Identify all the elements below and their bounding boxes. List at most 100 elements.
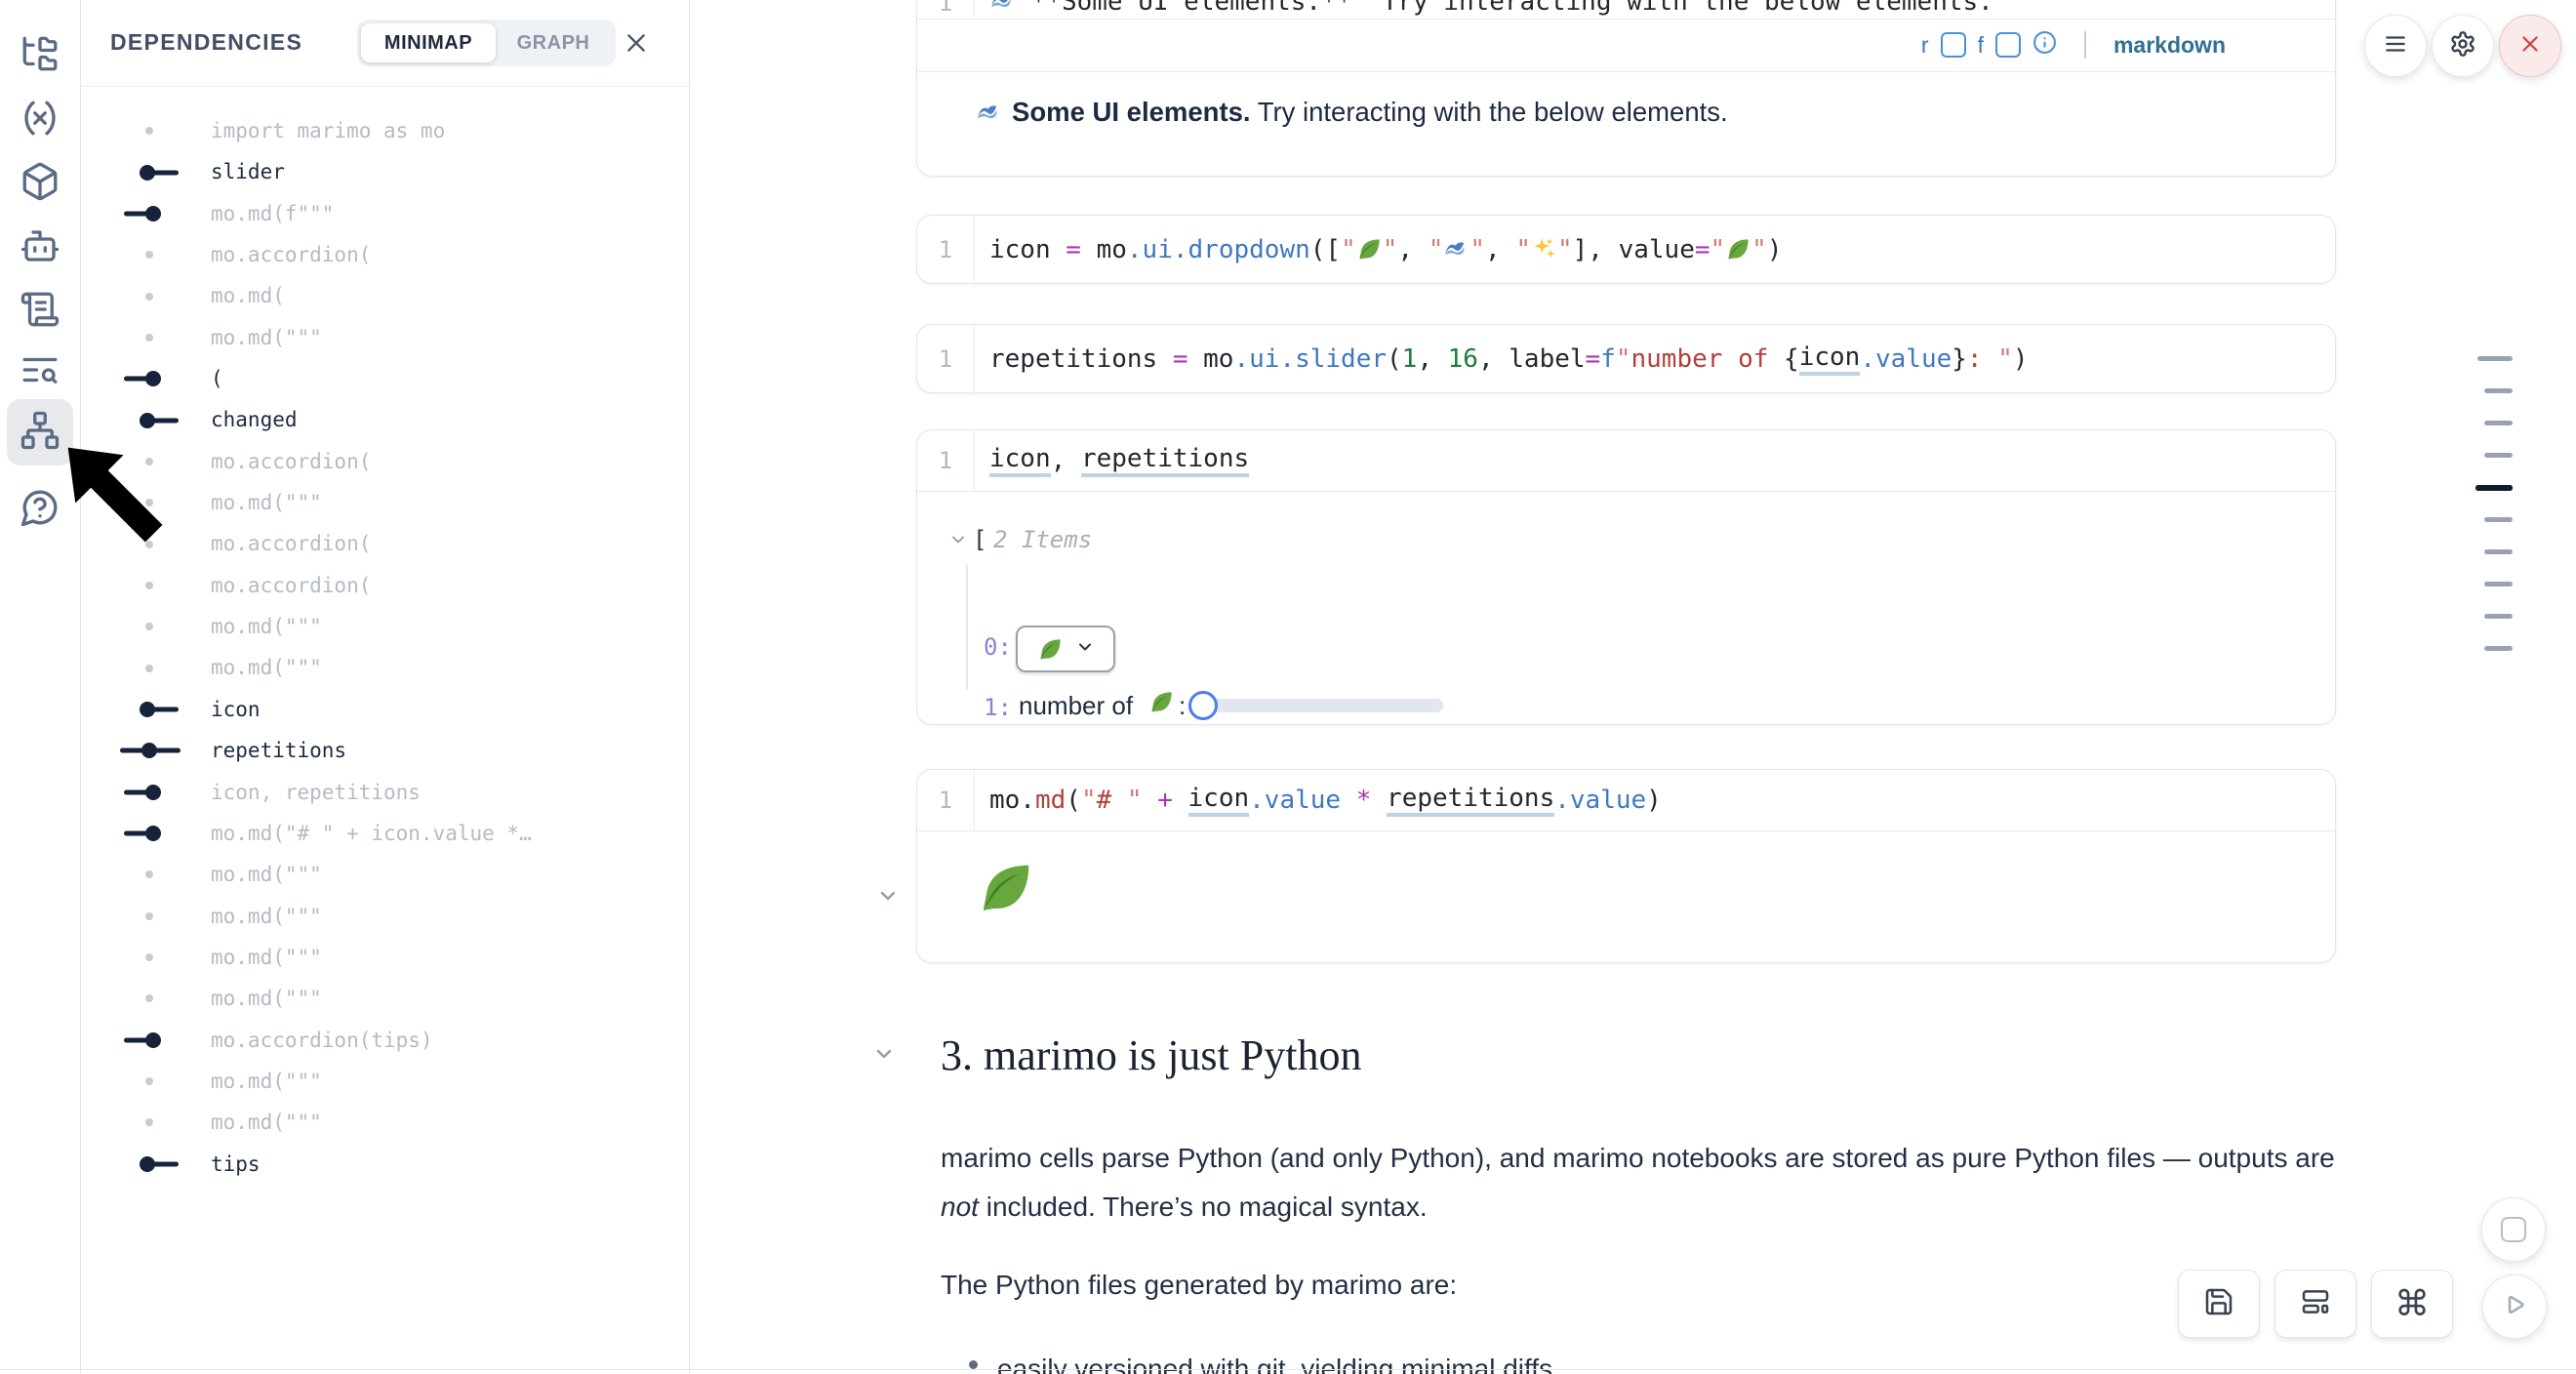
r-checkbox[interactable] [1941, 32, 1966, 58]
notebook-menu-button[interactable] [2364, 15, 2427, 77]
x-icon [624, 43, 649, 60]
cell-navigator-mark[interactable] [2484, 646, 2513, 651]
marimo-app: DEPENDENCIES MINIMAP GRAPH import marimo… [0, 0, 2576, 1374]
cell-dot-icon [120, 565, 182, 606]
leaf-emoji [1148, 689, 1175, 715]
sidebar-item-ai-assistant[interactable] [7, 215, 73, 281]
cell4-editor[interactable]: 1 icon, repetitions [917, 430, 2335, 491]
minimap-row[interactable]: mo.md("# " + icon.value *… [81, 813, 689, 854]
folder-tree-icon [20, 33, 60, 79]
sidebar-item-variables[interactable] [7, 87, 73, 153]
minimap-row[interactable]: mo.md(""" [81, 1102, 689, 1143]
cell-repetitions-slider[interactable]: 1 repetitions = mo.ui.slider(1, 16, labe… [916, 324, 2336, 393]
save-button[interactable] [2178, 1270, 2260, 1338]
cell-navigator-mark[interactable] [2484, 453, 2513, 458]
play-icon [2500, 1290, 2529, 1324]
stop-square-icon [2501, 1217, 2526, 1242]
minimap-row-label: mo.md(""" [211, 317, 322, 358]
sidebar-item-snippets[interactable] [7, 278, 73, 344]
markdown-language-button[interactable]: markdown [2113, 32, 2226, 59]
section-collapse-chevron-icon[interactable] [872, 1042, 896, 1071]
minimap-row[interactable]: mo.md(""" [81, 896, 689, 937]
minimap-row-label: mo.md(""" [211, 854, 322, 895]
minimap-row-label: mo.md(""" [211, 937, 322, 978]
tab-graph[interactable]: GRAPH [496, 23, 611, 62]
minimap-row-label: mo.md( [211, 275, 285, 316]
minimap-row[interactable]: mo.md(f""" [81, 193, 689, 234]
left-icon-rail [0, 0, 80, 1374]
layout-button[interactable] [2274, 1270, 2356, 1338]
minimap-row[interactable]: icon, repetitions [81, 772, 689, 813]
cell1-editor[interactable]: 1 **Some UI elements.** Try interacting … [917, 0, 2335, 17]
cell1-code: **Some UI elements.** Try interacting wi… [989, 0, 1993, 17]
panel-close-button[interactable] [624, 30, 649, 56]
sidebar-item-packages[interactable] [7, 150, 73, 217]
minimap-row[interactable]: mo.md( [81, 275, 689, 316]
cell-collapse-chevron-icon[interactable] [876, 884, 900, 912]
f-checkbox[interactable] [1995, 32, 2021, 58]
cell5-editor[interactable]: 1 mo.md("# " + icon.value * repetitions.… [917, 770, 2335, 830]
minimap-row[interactable]: mo.md(""" [81, 647, 689, 688]
minimap-row[interactable]: import marimo as mo [81, 110, 689, 151]
minimap-row[interactable]: changed [81, 399, 689, 440]
cell-markdown-intro[interactable]: 1 **Some UI elements.** Try interacting … [916, 0, 2336, 177]
minimap-row[interactable]: mo.accordion( [81, 234, 689, 275]
leaf-emoji-output [976, 858, 1036, 918]
cell-navigator-mark[interactable] [2484, 614, 2513, 619]
bracket-open: [ [973, 526, 986, 553]
dependency-marker-icon [120, 1144, 182, 1185]
minimap-row[interactable]: mo.md(""" [81, 317, 689, 358]
cell-icon-repetitions[interactable]: 1 icon, repetitions [ 2 Items 0: 1: numb… [916, 429, 2336, 725]
minimap-row[interactable]: mo.md(""" [81, 937, 689, 978]
minimap-row[interactable]: mo.md(""" [81, 978, 689, 1019]
cell-icon-dropdown[interactable]: 1 icon = mo.ui.dropdown(["", "", ""], va… [916, 215, 2336, 284]
minimap-row[interactable]: mo.md(""" [81, 854, 689, 895]
minimap-row[interactable]: mo.accordion( [81, 565, 689, 606]
commands-button[interactable]: ⌘ [2371, 1270, 2453, 1338]
minimap-row[interactable]: ( [81, 358, 689, 399]
minimap-row[interactable]: mo.md(""" [81, 606, 689, 647]
cell-navigator-mark[interactable] [2484, 582, 2513, 586]
minimap-row[interactable]: mo.md(""" [81, 1061, 689, 1102]
cell-navigator-mark[interactable] [2477, 356, 2513, 361]
repetitions-slider-track[interactable] [1193, 699, 1443, 712]
cell-md-output[interactable]: 1 mo.md("# " + icon.value * repetitions.… [916, 769, 2336, 963]
dependency-marker-icon [120, 1020, 182, 1061]
slider-label: number of [1019, 691, 1133, 721]
minimap-row[interactable]: mo.accordion(tips) [81, 1020, 689, 1061]
cell-dot-icon [120, 896, 182, 937]
minimap-row-label: slider [211, 151, 285, 192]
wave-emoji [1443, 235, 1469, 264]
run-button[interactable] [2482, 1274, 2547, 1339]
line-number: 1 [917, 325, 975, 392]
info-icon[interactable] [2033, 30, 2057, 60]
cell-navigator-mark[interactable] [2484, 549, 2513, 554]
cell-navigator-mark[interactable] [2484, 388, 2513, 393]
line-number: 1 [917, 216, 975, 283]
cell-navigator[interactable] [2484, 0, 2525, 1374]
footer-divider [0, 1369, 2576, 1370]
toggle-app-view-button[interactable] [2481, 1197, 2546, 1262]
minimap-row-label: mo.md(f""" [211, 193, 334, 234]
minimap-row[interactable]: slider [81, 151, 689, 192]
cell-dot-icon [120, 937, 182, 978]
minimap-row[interactable]: tips [81, 1144, 689, 1185]
index-0-label: 0: [984, 633, 1012, 661]
minimap-row[interactable]: icon [81, 689, 689, 730]
cell-navigator-mark-active[interactable] [2475, 485, 2513, 491]
sidebar-item-table-of-contents[interactable] [7, 339, 73, 405]
cell3-editor[interactable]: 1 repetitions = mo.ui.slider(1, 16, labe… [917, 325, 2335, 392]
dependencies-panel-header: DEPENDENCIES MINIMAP GRAPH [81, 0, 689, 87]
cell2-editor[interactable]: 1 icon = mo.ui.dropdown(["", "", ""], va… [917, 216, 2335, 283]
cell-navigator-mark[interactable] [2484, 421, 2513, 425]
tab-minimap[interactable]: MINIMAP [361, 23, 496, 62]
repetitions-slider-thumb[interactable] [1188, 691, 1218, 720]
cell-navigator-mark[interactable] [2484, 517, 2513, 522]
icon-dropdown-select[interactable] [1016, 626, 1115, 672]
sidebar-item-file-explorer[interactable] [7, 22, 73, 89]
minimap-row[interactable]: repetitions [81, 730, 689, 771]
cell-dot-icon [120, 110, 182, 151]
dependency-marker-icon [120, 689, 182, 730]
cell-dot-icon [120, 234, 182, 275]
collapse-chevron-icon[interactable] [948, 530, 968, 554]
